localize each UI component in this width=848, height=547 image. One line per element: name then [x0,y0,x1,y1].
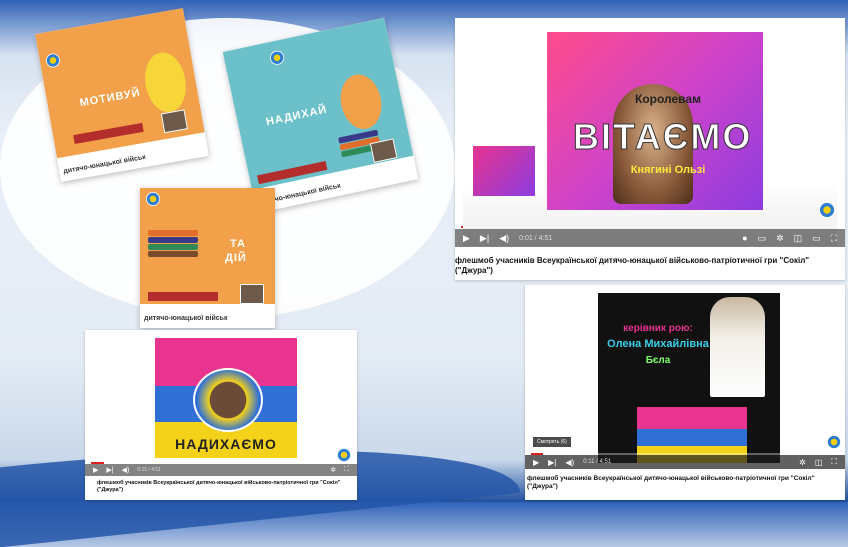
progress-fill [461,226,463,228]
volume-icon[interactable]: ◀) [565,458,574,467]
play-icon[interactable]: ▶ [533,458,539,467]
thumbnail-card-act[interactable]: ТА ДІЙ дитячо-юнацької військ [140,188,275,328]
settings-icon[interactable]: ✲ [776,233,784,244]
watch-button[interactable]: Смотреть (6) [533,437,571,447]
leader-name: Олена Михайлівна [607,338,709,350]
progress-bar[interactable] [461,226,839,228]
next-icon[interactable]: ▶| [548,458,556,467]
logo-icon [146,192,160,206]
channel-logo-icon[interactable] [827,435,841,449]
video-caption[interactable]: флешмоб учасників Всеукраїнської дитячо-… [97,480,352,494]
books-illustration [148,230,198,258]
character-portrait [193,368,263,432]
play-icon[interactable]: ▶ [463,233,470,244]
time-display: 0:01 / 4:51 [519,234,553,242]
time-display: 0:15 / 4:51 [137,467,161,473]
channel-logo-icon[interactable] [337,448,351,462]
video-frame[interactable]: Королевам ВІТАЄМО Княгині Ользі [463,24,837,246]
volume-icon[interactable]: ◀) [122,466,130,474]
time-display: 0:11 / 4:51 [583,459,612,465]
logo-badge [148,292,218,301]
fullscreen-icon[interactable]: ⛶ [831,233,837,244]
leader-surname: Бєла [645,355,671,366]
miniplayer-icon[interactable]: ◫ [794,233,803,244]
subtitles-icon[interactable]: ▭ [758,233,767,244]
card-word-line2: ДІЙ [225,252,247,264]
next-icon[interactable]: ▶| [480,233,489,244]
next-icon[interactable]: ▶| [106,466,113,474]
video-title-bottom: Княгині Ользі [630,164,706,176]
card-caption: дитячо-юнацької військ [144,315,228,322]
mini-avatar [160,109,188,134]
channel-logo-icon[interactable] [819,202,835,218]
fullscreen-icon[interactable]: ⛶ [831,457,837,467]
toggle-icon[interactable]: ● [742,233,747,243]
video-title-big: ВІТАЄМО [573,116,753,158]
video-frame[interactable]: НАДИХАЄМО [85,330,357,472]
volume-icon[interactable]: ◀) [499,233,509,244]
controls-bar: ▶ ▶| ◀) 0:11 / 4:51 ✲ ◫ ⛶ [525,455,845,469]
video-caption[interactable]: флешмоб учасників Всеукраїнської дитячо-… [527,475,843,491]
mini-avatar [240,284,264,304]
theater-icon[interactable]: ▭ [812,233,821,244]
controls-bar: ▶ ▶| ◀) 0:01 / 4:51 ● ▭ ✲ ◫ ▭ ⛶ [455,229,845,247]
card-word-line1: ТА [230,238,246,250]
play-icon[interactable]: ▶ [93,466,98,474]
video-player-main[interactable]: Королевам ВІТАЄМО Княгині Ользі ▶ ▶| ◀) … [455,18,845,280]
video-player-bottom-right[interactable]: керівник рою: Олена Михайлівна Бєла Смот… [525,285,845,500]
miniplayer-icon[interactable]: ◫ [815,458,823,467]
video-title-top: Королевам [635,92,701,106]
video-player-bottom-left[interactable]: НАДИХАЄМО ▶ ▶| ◀) 0:15 / 4:51 ✲ ⛶ флешмо… [85,330,357,500]
fullscreen-icon[interactable]: ⛶ [344,466,349,474]
video-title-big: НАДИХАЄМО [175,436,277,452]
video-caption[interactable]: флешмоб учасників Всеукраїнської дитячо-… [455,256,845,276]
thumbnail-card-inspire[interactable]: НАДИХАЙ дитячо-юнацької військ [222,17,419,214]
video-frame[interactable]: керівник рою: Олена Михайлівна Бєла Смот… [525,285,845,463]
leader-label: керівник рою: [623,323,693,334]
controls-bar: ▶ ▶| ◀) 0:15 / 4:51 ✲ ⛶ [85,464,357,476]
settings-icon[interactable]: ✲ [330,466,336,474]
settings-icon[interactable]: ✲ [799,458,806,467]
side-thumbnail[interactable] [471,144,537,198]
thumbnail-card-motivate[interactable]: МОТИВУЙ дитячо-юнацької військ [35,8,209,182]
